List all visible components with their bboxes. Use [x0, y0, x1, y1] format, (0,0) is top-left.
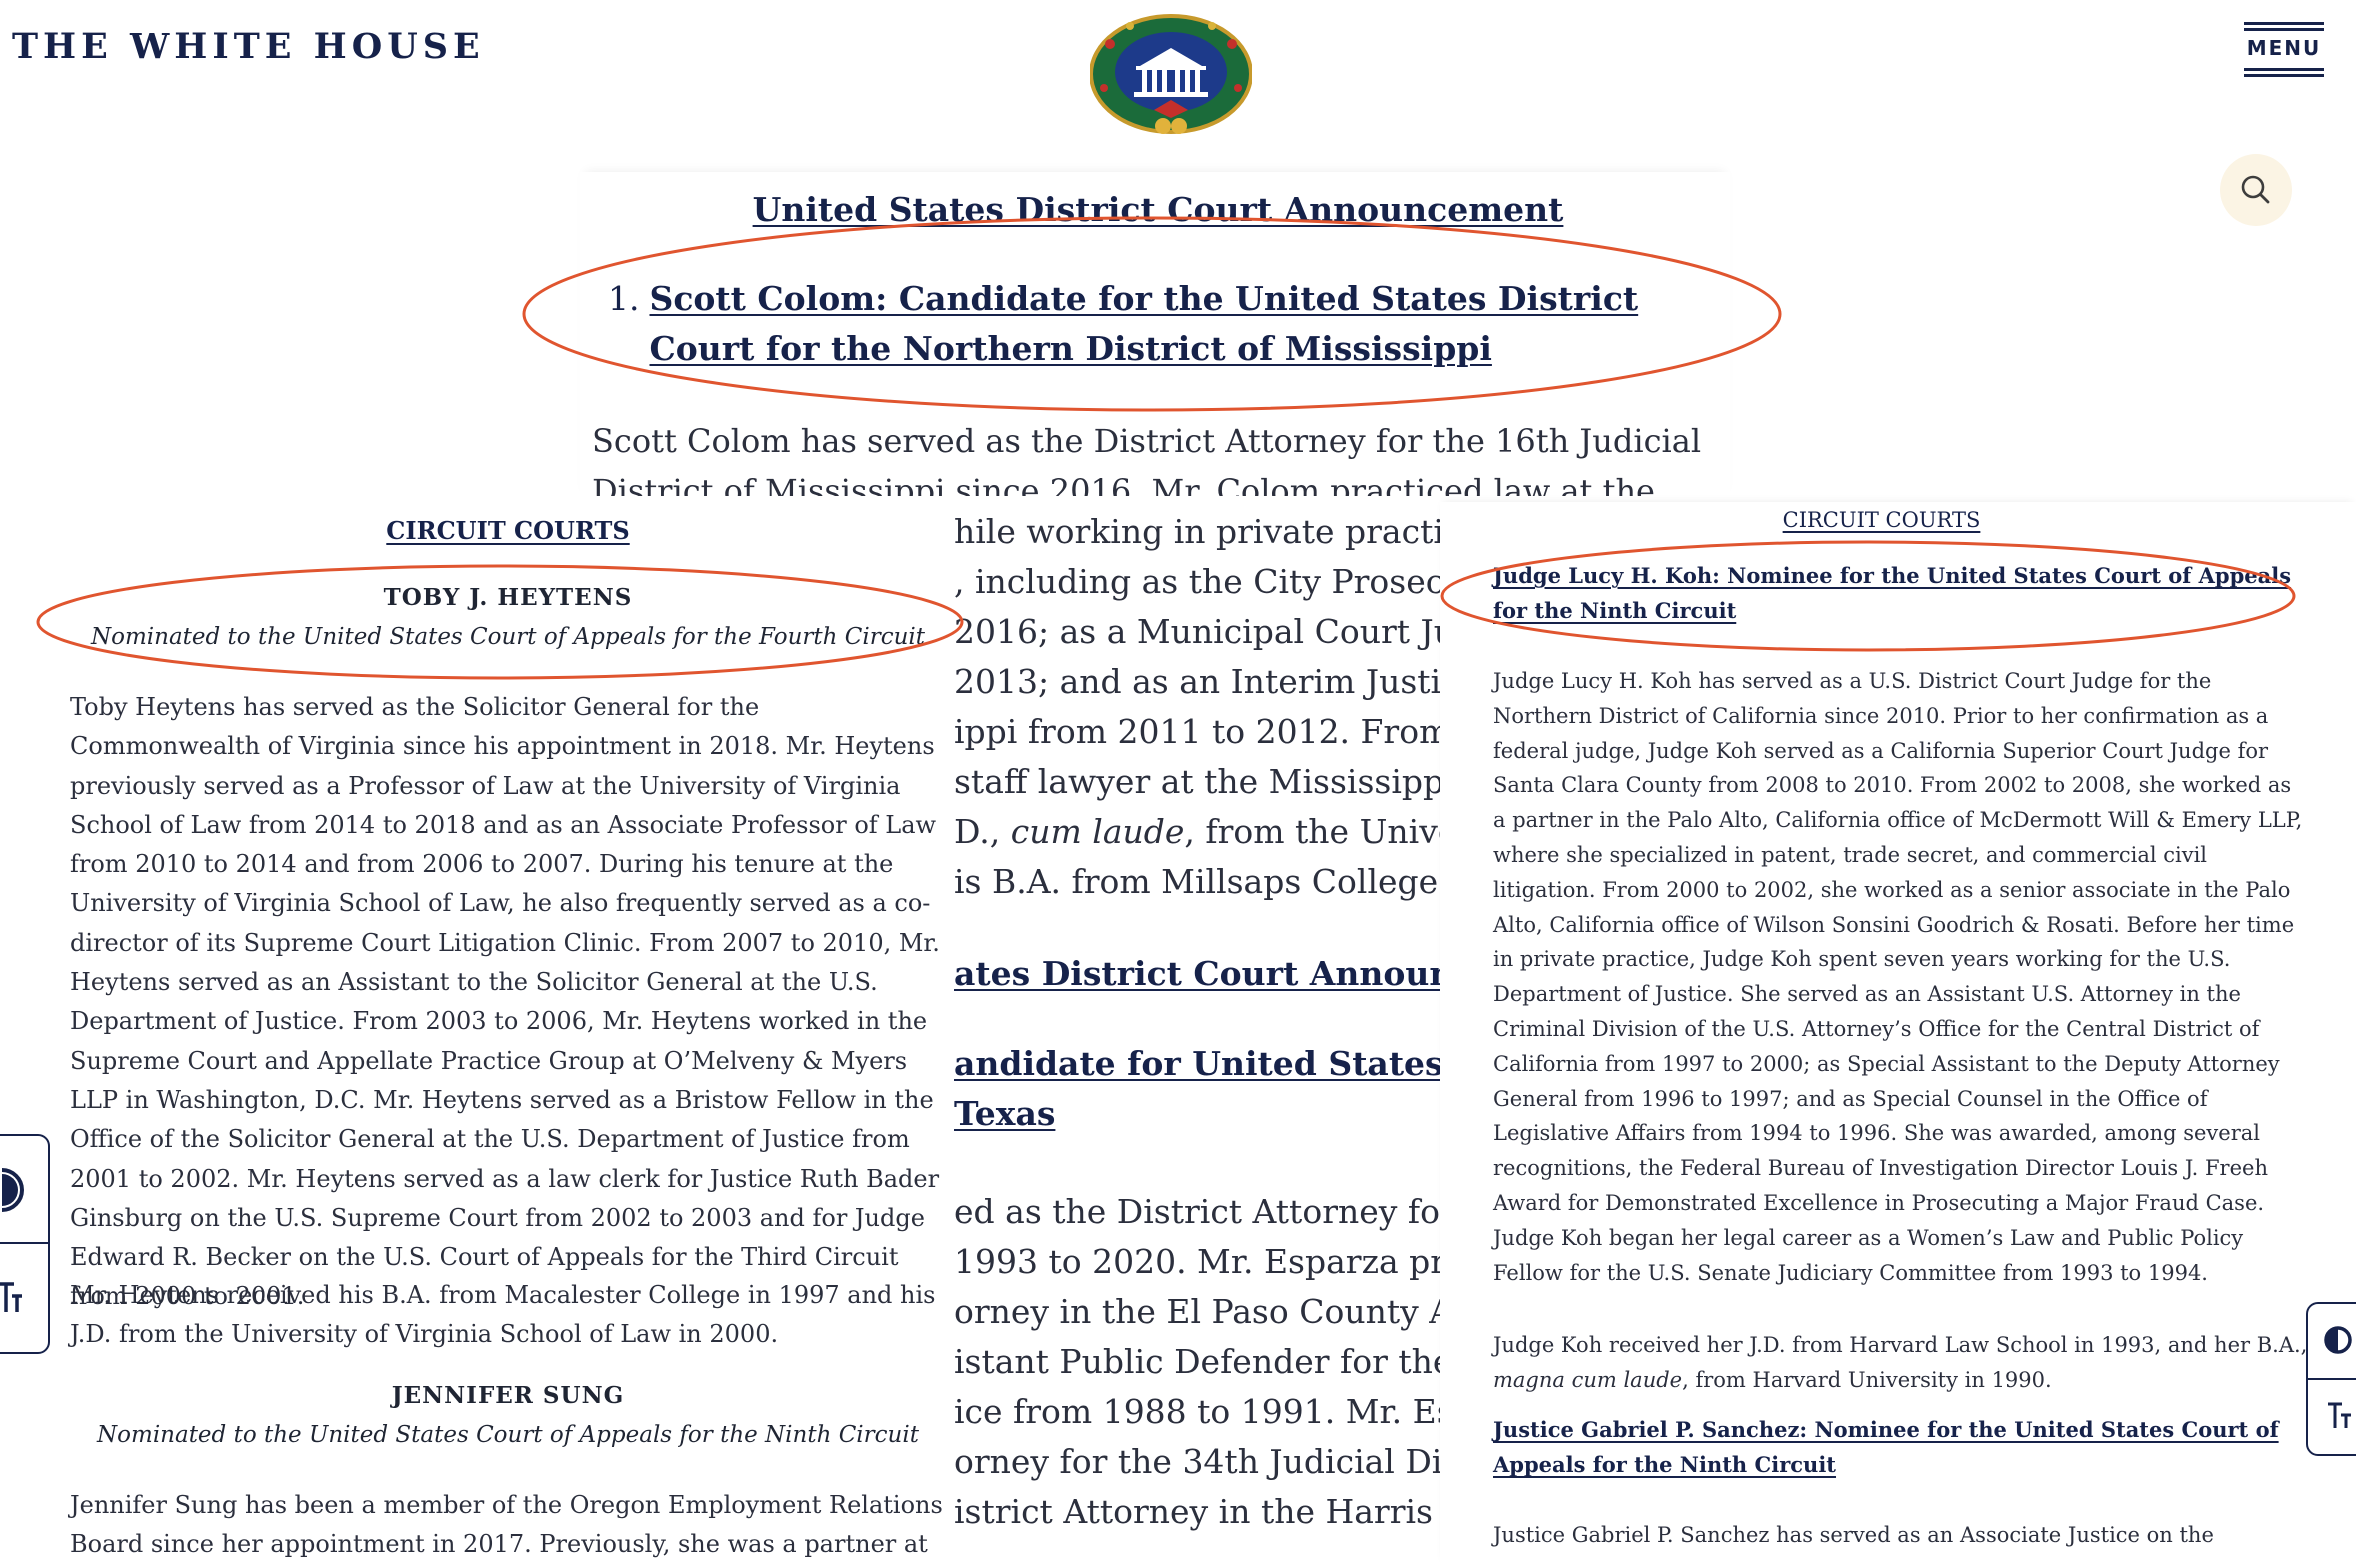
district-court-announcement-heading[interactable]: United States District Court Announcemen… [0, 190, 2316, 229]
bio-line: istant Public Defender for the El [954, 1342, 1440, 1381]
education-end: , from Harvard University in 1990. [1682, 1367, 2052, 1392]
nominee-list-item-scott-colom: 1. Scott Colom: Candidate for the United … [608, 274, 1728, 374]
bio-line: ed as the District Attorney for th [954, 1192, 1440, 1231]
nominee-name-sung: JENNIFER SUNG [391, 1382, 625, 1409]
bio-line: 1993 to 2020. Mr. Esparza previ [954, 1242, 1440, 1281]
site-title[interactable]: THE WHITE HOUSE [12, 26, 485, 67]
list-number: 1. [608, 279, 640, 318]
accessibility-tools-right [2306, 1302, 2356, 1456]
contrast-icon [2324, 1326, 2352, 1354]
contrast-toggle-right[interactable] [2308, 1304, 2356, 1378]
bio-line: orney for the 34th Judicial Distri [954, 1442, 1440, 1481]
circuit-courts-heading-right[interactable]: CIRCUIT COURTS [1440, 508, 2323, 532]
us-attorney-candidate-link-cont[interactable]: Texas [954, 1094, 1055, 1133]
circuit-courts-left-panel: CIRCUIT COURTS TOBY J. HEYTENS Nominated… [0, 502, 954, 1568]
bio-line: istrict Attorney in the Harris Cou [954, 1492, 1440, 1531]
bio-line-end: , from the Universit [1184, 812, 1440, 851]
gabriel-sanchez-link[interactable]: Justice Gabriel P. Sanchez: Nominee for … [1493, 1412, 2293, 1482]
bio-line: ippi from 2011 to 2012. From 200 [954, 712, 1440, 751]
us-attorney-candidate-link[interactable]: andidate for United States Attor [954, 1044, 1440, 1083]
text-size-toggle-left[interactable] [0, 1244, 48, 1350]
scott-colom-bio: Scott Colom has served as the District A… [592, 422, 1702, 496]
menu-button[interactable]: MENU [2244, 22, 2324, 84]
heytens-bio-paragraph: Toby Heytens has served as the Solicitor… [70, 693, 940, 1311]
contrast-toggle-left[interactable] [0, 1136, 48, 1242]
bio-line: 2013; and as an Interim Justice C [954, 662, 1440, 701]
text-size-icon [0, 1282, 22, 1312]
heytens-education-paragraph: Mr. Heytens received his B.A. from Macal… [70, 1281, 936, 1349]
circuit-courts-right-panel: CIRCUIT COURTS Judge Lucy H. Koh: Nomine… [1440, 502, 2356, 1568]
bio-line: is B.A. from Millsaps College in 2 [954, 862, 1440, 901]
nominee-subtitle-heytens: Nominated to the United States Court of … [91, 624, 925, 650]
contrast-icon [1, 1168, 24, 1212]
middle-column-cropped: hile working in private practice, , incl… [954, 502, 1440, 1568]
bio-line: , including as the City Prosecutor [954, 562, 1440, 601]
bio-line: 2016; as a Municipal Court Judge [954, 612, 1440, 651]
white-house-seal-icon[interactable] [1090, 14, 1252, 138]
bio-line-start: D., [954, 812, 1011, 851]
scott-colom-link[interactable]: Scott Colom: Candidate for the United St… [650, 274, 1700, 374]
text-size-icon [2328, 1402, 2351, 1428]
nominee-subtitle-sung: Nominated to the United States Court of … [97, 1422, 919, 1448]
lucy-koh-bio-paragraph: Judge Lucy H. Koh has served as a U.S. D… [1493, 669, 2303, 1285]
bio-line: orney in the El Paso County Attor [954, 1292, 1440, 1331]
sung-bio-paragraph: Jennifer Sung has been a member of the O… [70, 1491, 943, 1559]
lucy-koh-link[interactable]: Judge Lucy H. Koh: Nominee for the Unite… [1493, 558, 2293, 628]
accessibility-tools-left [0, 1134, 50, 1354]
education-italic: magna cum laude [1493, 1367, 1683, 1392]
text-size-toggle-right[interactable] [2308, 1380, 2356, 1452]
circuit-courts-heading[interactable]: CIRCUIT COURTS [0, 516, 954, 545]
education-start: Judge Koh received her J.D. from Harvard… [1493, 1333, 2308, 1357]
lucy-koh-education-paragraph: Judge Koh received her J.D. from Harvard… [1493, 1328, 2308, 1398]
gabriel-sanchez-bio-paragraph: Justice Gabriel P. Sanchez has served as… [1493, 1523, 2214, 1547]
bio-line-italic: cum laude [1010, 812, 1185, 851]
menu-label: MENU [2246, 36, 2322, 60]
bio-line: staff lawyer at the Mississippi Ce [954, 762, 1440, 801]
bio-line: hile working in private practice, [954, 512, 1440, 551]
nominee-name-heytens: TOBY J. HEYTENS [383, 584, 633, 611]
bio-line: D., cum laude, from the Universit [954, 812, 1440, 851]
district-court-announcement-heading-2[interactable]: ates District Court Announcem [954, 954, 1440, 993]
bio-line: ice from 1988 to 1991. Mr. Esparz [954, 1392, 1440, 1431]
